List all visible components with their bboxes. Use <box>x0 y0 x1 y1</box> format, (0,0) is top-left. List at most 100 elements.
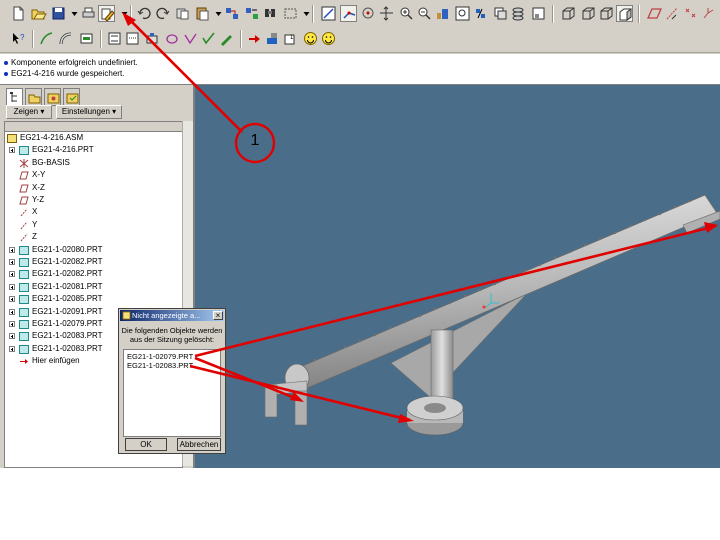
smiley-icon[interactable] <box>302 30 319 47</box>
tree-item-label: EG21-1-02082.PRT <box>32 257 103 266</box>
coord-sys-icon[interactable] <box>700 5 717 22</box>
info-icon[interactable]: 1 <box>282 30 299 47</box>
spin-center-icon[interactable] <box>340 5 357 22</box>
show-button[interactable]: Zeigen ▾ <box>6 105 52 119</box>
pipe-icon[interactable] <box>58 30 75 47</box>
regenerate-dropdown-icon[interactable] <box>116 5 128 22</box>
right-bracket-leg <box>294 390 308 426</box>
sub-window-icon[interactable] <box>124 30 141 47</box>
smiley2-icon[interactable] <box>320 30 337 47</box>
annotation-icon[interactable] <box>164 30 181 47</box>
undo-icon[interactable] <box>136 5 153 22</box>
cancel-button[interactable]: Abbrechen <box>177 438 221 451</box>
model-tree-icon[interactable] <box>530 5 547 22</box>
tree-item-label: EG21-1-02083.PRT <box>32 343 103 353</box>
expand-icon[interactable] <box>9 321 15 327</box>
expand-icon[interactable] <box>9 259 15 265</box>
tree-item[interactable]: X-Y <box>5 169 181 181</box>
tree-item[interactable]: EG21-4-216.PRT <box>5 144 181 156</box>
model-display-icon[interactable] <box>510 5 527 22</box>
tree-item[interactable]: BG-BASIS <box>5 157 181 169</box>
sketch-icon[interactable] <box>38 30 55 47</box>
save-icon[interactable] <box>50 5 67 22</box>
wireframe-icon[interactable] <box>560 5 577 22</box>
tree-item[interactable]: Z <box>5 231 181 243</box>
expand-icon[interactable] <box>9 333 15 340</box>
paste-icon[interactable] <box>194 5 211 22</box>
edit-pipe-icon[interactable] <box>218 30 235 47</box>
shaded-icon[interactable] <box>616 5 633 22</box>
settings-button[interactable]: Einstellungen ▾ <box>56 105 122 119</box>
plane-icon <box>19 196 29 205</box>
tree-item[interactable]: X-Z <box>5 182 181 194</box>
tab-model-tree[interactable] <box>6 88 23 106</box>
whats-this-icon[interactable]: ? <box>10 30 27 47</box>
datum-points-icon[interactable] <box>682 5 699 22</box>
tab-connections[interactable] <box>63 88 80 106</box>
dialog-item-list[interactable]: EG21-1-02079.PRT EG21-1-02083.PRT <box>123 349 221 437</box>
dialog-titlebar[interactable]: Nicht angezeigte a... × <box>120 310 224 321</box>
tree-item[interactable]: EG21-1-02081.PRT <box>5 281 181 293</box>
tree-item[interactable]: EG21-1-02085.PRT <box>5 293 181 305</box>
copy-special-icon[interactable] <box>224 5 241 22</box>
tree-item[interactable]: EG21-4-216.ASM <box>5 132 181 144</box>
pipe-bend-icon[interactable] <box>182 30 199 47</box>
refit-icon[interactable] <box>434 5 451 22</box>
paste-dropdown-icon[interactable] <box>210 5 222 22</box>
tree-item-label: EG21-4-216.ASM <box>20 133 84 142</box>
view-icon[interactable] <box>78 30 95 47</box>
zoom-in-icon[interactable] <box>398 5 415 22</box>
select-box-icon[interactable] <box>282 5 299 22</box>
no-hidden-icon[interactable] <box>598 5 615 22</box>
view-manager-icon[interactable] <box>454 5 471 22</box>
redo-icon[interactable] <box>154 5 171 22</box>
datum-planes-icon[interactable] <box>646 5 663 22</box>
find-icon[interactable] <box>244 5 261 22</box>
group-icon[interactable] <box>144 30 161 47</box>
orient-icon[interactable] <box>360 5 377 22</box>
layers-icon[interactable] <box>492 5 509 22</box>
tree-item[interactable]: EG21-1-02082.PRT <box>5 268 181 280</box>
ok-button[interactable]: OK <box>125 438 167 451</box>
expand-icon[interactable] <box>9 246 15 253</box>
tree-item[interactable]: EG21-1-02082.PRT <box>5 256 181 268</box>
datum-axes-icon[interactable] <box>664 5 681 22</box>
tree-item[interactable]: Y <box>5 219 181 231</box>
dimension-icon[interactable] <box>106 30 123 47</box>
plane-icon <box>19 171 29 180</box>
tree-item[interactable]: X <box>5 206 181 218</box>
graphics-viewport[interactable] <box>193 85 720 468</box>
tree-item[interactable]: Y-Z <box>5 194 181 206</box>
expand-icon[interactable] <box>9 308 15 315</box>
tree-item-label: EG21-4-216.PRT <box>32 145 94 155</box>
zoom-out-icon[interactable] <box>416 5 433 22</box>
assembly-icon[interactable] <box>264 30 281 47</box>
regenerate-icon[interactable] <box>98 5 115 22</box>
tree-item[interactable]: EG21-1-02080.PRT <box>5 244 181 256</box>
pipe-model <box>264 194 720 436</box>
list-item[interactable]: EG21-1-02083.PRT <box>127 361 193 370</box>
hidden-line-icon[interactable] <box>580 5 597 22</box>
repaint-icon[interactable] <box>320 5 337 22</box>
saved-views-icon[interactable] <box>472 5 489 22</box>
expand-icon[interactable] <box>9 271 15 278</box>
expand-icon[interactable] <box>9 345 15 352</box>
tab-favorites[interactable] <box>44 88 61 106</box>
search-tool-icon[interactable] <box>262 5 279 22</box>
print-icon[interactable] <box>80 5 97 22</box>
expand-icon[interactable] <box>9 296 15 303</box>
expand-icon[interactable] <box>9 147 15 154</box>
check-icon[interactable] <box>200 30 217 47</box>
save-dropdown-icon[interactable] <box>66 5 78 22</box>
insert-arrow-icon[interactable] <box>246 30 263 47</box>
tab-folder-browser[interactable] <box>25 88 42 106</box>
list-item[interactable]: EG21-1-02079.PRT <box>127 352 193 361</box>
select-dropdown-icon[interactable] <box>298 5 310 22</box>
open-icon[interactable] <box>30 5 47 22</box>
close-icon[interactable]: × <box>213 311 223 320</box>
pan-icon[interactable] <box>378 5 395 22</box>
expand-icon[interactable] <box>9 283 15 290</box>
part-icon <box>19 332 29 342</box>
new-icon[interactable] <box>10 5 27 22</box>
cut-icon[interactable] <box>174 5 191 22</box>
